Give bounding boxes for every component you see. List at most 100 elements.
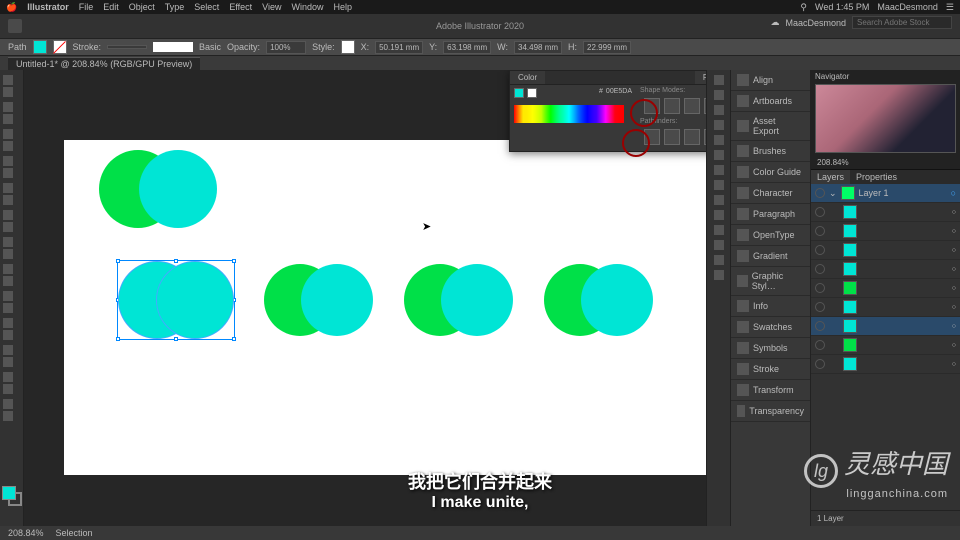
divide-button[interactable] [644, 129, 660, 145]
hex-value[interactable]: 00E5DA [606, 88, 632, 98]
wifi-icon[interactable]: ⚲ [800, 2, 807, 13]
menu-window[interactable]: Window [292, 2, 324, 12]
panel-transform[interactable]: Transform [731, 380, 810, 401]
slice-tool[interactable] [3, 384, 13, 394]
width-tool[interactable] [3, 237, 13, 247]
hand-tool[interactable] [3, 399, 13, 409]
shaper-tool[interactable] [3, 183, 13, 193]
panel-gradient[interactable]: Gradient [731, 246, 810, 267]
panel-artboards[interactable]: Artboards [731, 91, 810, 112]
visibility-toggle[interactable] [815, 321, 825, 331]
menu-edit[interactable]: Edit [103, 2, 119, 12]
unite-button[interactable] [644, 98, 660, 114]
panel-brushes[interactable]: Brushes [731, 141, 810, 162]
layer-row[interactable]: ○ [811, 317, 960, 336]
spotlight-icon[interactable]: ☰ [946, 2, 954, 13]
intersect-button[interactable] [684, 98, 700, 114]
visibility-toggle[interactable] [815, 359, 825, 369]
selection-tool[interactable] [3, 75, 13, 85]
h-value[interactable]: 22.999 mm [583, 41, 631, 54]
document-tab[interactable]: Untitled-1* @ 208.84% (RGB/GPU Preview) [8, 57, 200, 70]
panel-transparency[interactable]: Transparency [731, 401, 810, 422]
menu-object[interactable]: Object [129, 2, 155, 12]
eraser-tool[interactable] [3, 195, 13, 205]
pen-tool[interactable] [3, 102, 13, 112]
floating-panel[interactable]: Color Pathfinder ≡ # 00E5DA Shape Modes: [509, 70, 706, 152]
w-value[interactable]: 34.498 mm [514, 41, 562, 54]
panel-character[interactable]: Character [731, 183, 810, 204]
color-stroke-swatch[interactable] [527, 88, 537, 98]
panel-icon[interactable] [714, 90, 724, 100]
rotate-tool[interactable] [3, 210, 13, 220]
layer-row[interactable]: ○ [811, 241, 960, 260]
panel-align[interactable]: Align [731, 70, 810, 91]
panel-swatches[interactable]: Swatches [731, 317, 810, 338]
navigator-zoom[interactable]: 208.84% [817, 158, 849, 167]
panel-stroke[interactable]: Stroke [731, 359, 810, 380]
brush-tool[interactable] [3, 168, 13, 178]
layer-name[interactable]: Layer 1 [859, 188, 889, 198]
style-swatch[interactable] [341, 40, 355, 54]
panel-opentype[interactable]: OpenType [731, 225, 810, 246]
zoom-tool[interactable] [3, 411, 13, 421]
layer-row[interactable]: ○ [811, 222, 960, 241]
trim-button[interactable] [664, 129, 680, 145]
type-tool[interactable] [3, 129, 13, 139]
symbol-sprayer-tool[interactable] [3, 345, 13, 355]
line-tool[interactable] [3, 141, 13, 151]
layer-row[interactable]: ○ [811, 260, 960, 279]
shape-builder-tool[interactable] [3, 264, 13, 274]
opacity-value[interactable]: 100% [266, 41, 306, 54]
stroke-swatch[interactable] [53, 40, 67, 54]
fill-stroke-indicator[interactable] [2, 486, 22, 506]
app-name[interactable]: Illustrator [27, 2, 69, 12]
brush-basic[interactable]: Basic [199, 42, 221, 52]
panel-info[interactable]: Info [731, 296, 810, 317]
graph-tool[interactable] [3, 357, 13, 367]
merge-button[interactable] [684, 129, 700, 145]
blend-tool[interactable] [3, 330, 13, 340]
artboard-tool[interactable] [3, 372, 13, 382]
color-tab[interactable]: Color [510, 71, 545, 84]
menu-select[interactable]: Select [194, 2, 219, 12]
menu-view[interactable]: View [262, 2, 281, 12]
visibility-toggle[interactable] [815, 188, 825, 198]
minus-front-button[interactable] [664, 98, 680, 114]
direct-selection-tool[interactable] [3, 87, 13, 97]
ellipse-shape[interactable] [581, 264, 653, 336]
canvas[interactable]: ➤ Color Pathfinder ≡ # 00E5DA [24, 70, 706, 526]
menu-type[interactable]: Type [165, 2, 185, 12]
panel-icon[interactable] [714, 75, 724, 85]
visibility-toggle[interactable] [815, 226, 825, 236]
perspective-tool[interactable] [3, 276, 13, 286]
apple-icon[interactable]: 🍎 [6, 2, 17, 13]
layer-row[interactable]: ○ [811, 279, 960, 298]
stroke-weight[interactable] [107, 45, 147, 49]
panel-icon[interactable] [714, 255, 724, 265]
panel-icon[interactable] [714, 195, 724, 205]
x-value[interactable]: 50.191 mm [375, 41, 423, 54]
menu-help[interactable]: Help [334, 2, 353, 12]
username[interactable]: MaacDesmond [785, 18, 846, 28]
visibility-toggle[interactable] [815, 302, 825, 312]
panel-icon[interactable] [714, 210, 724, 220]
panel-icon[interactable] [714, 165, 724, 175]
ellipse-shape[interactable] [441, 264, 513, 336]
panel-color-guide[interactable]: Color Guide [731, 162, 810, 183]
rectangle-tool[interactable] [3, 156, 13, 166]
exclude-button[interactable] [704, 98, 706, 114]
scale-tool[interactable] [3, 222, 13, 232]
status-zoom[interactable]: 208.84% [8, 528, 44, 538]
visibility-toggle[interactable] [815, 340, 825, 350]
home-icon[interactable] [8, 19, 22, 33]
visibility-toggle[interactable] [815, 207, 825, 217]
gradient-tool[interactable] [3, 303, 13, 313]
visibility-toggle[interactable] [815, 264, 825, 274]
layer-row[interactable]: ○ [811, 355, 960, 374]
layers-tab[interactable]: Layers [811, 170, 850, 184]
color-fill-swatch[interactable] [514, 88, 524, 98]
ellipse-shape[interactable] [301, 264, 373, 336]
search-stock-input[interactable] [852, 16, 952, 29]
layer-row[interactable]: ○ [811, 203, 960, 222]
chevron-down-icon[interactable]: ⌄ [829, 188, 837, 199]
